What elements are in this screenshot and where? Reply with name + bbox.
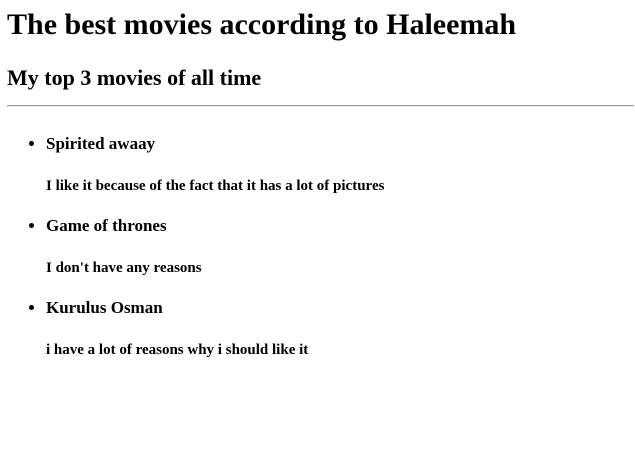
divider [7,105,634,107]
movie-list: Spirited awaay I like it because of the … [7,128,384,374]
page: The best movies according to Haleemah My… [0,0,635,460]
list-item: Spirited awaay I like it because of the … [46,128,384,196]
movie-title: Spirited awaay [46,134,156,153]
movie-reason: I like it because of the fact that it ha… [46,178,385,194]
list-item: Game of thrones I don't have any reasons [46,210,384,278]
page-title: The best movies according to Haleemah [7,8,517,41]
movie-reason: I don't have any reasons [46,260,202,276]
movie-title: Kurulus Osman [46,298,163,317]
page-subtitle: My top 3 movies of all time [7,65,262,90]
movie-title: Game of thrones [46,216,167,235]
list-item: Kurulus Osman i have a lot of reasons wh… [46,292,384,360]
movie-reason: i have a lot of reasons why i should lik… [46,342,309,358]
